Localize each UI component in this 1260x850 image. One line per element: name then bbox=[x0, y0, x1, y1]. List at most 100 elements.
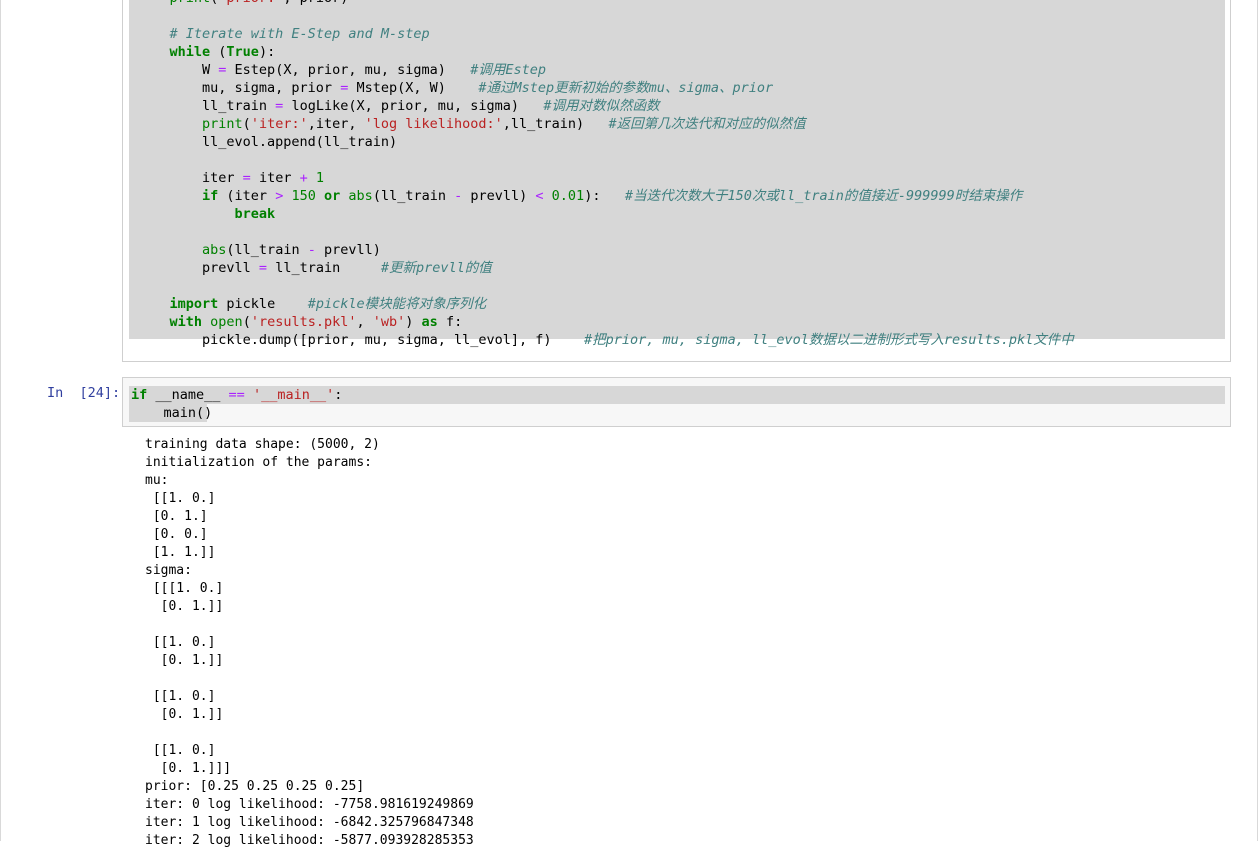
code-token: prevll) bbox=[315, 242, 381, 258]
code-token: 'wb' bbox=[372, 314, 406, 330]
code-token: ( bbox=[242, 314, 251, 330]
code-line: # Iterate with E-Step and M-step bbox=[137, 25, 1074, 43]
code-token: Estep(X, prior, mu, sigma) bbox=[226, 62, 471, 78]
cell-prompt: In [24]: bbox=[47, 385, 121, 401]
output-line: prior: [0.25 0.25 0.25 0.25] bbox=[145, 779, 365, 794]
code-token: # Iterate with E-Step and M-step bbox=[169, 26, 430, 42]
code-token: prevll bbox=[137, 260, 259, 276]
code-token: #返回第几次迭代和对应的似然值 bbox=[608, 116, 806, 132]
output-line: iter: 1 log likelihood: -6842.3257968473… bbox=[145, 815, 474, 830]
code-token: __name__ bbox=[147, 387, 229, 403]
code-token: , bbox=[356, 314, 373, 330]
code-token: - bbox=[307, 242, 316, 258]
output-line: [[1. 0.] bbox=[145, 743, 216, 758]
output-line: mu: bbox=[145, 473, 169, 488]
code-token: #当迭代次数大于150次或ll_train的值接近-999999时结束操作 bbox=[624, 188, 1023, 204]
output-line: [0. 1.]] bbox=[145, 653, 224, 668]
code-cell-previous[interactable]: print('prior:', prior) # Iterate with E-… bbox=[122, 0, 1231, 362]
code-token: 150 bbox=[291, 188, 316, 204]
output-line: [0. 1.]] bbox=[145, 707, 224, 722]
code-token: ) bbox=[405, 314, 422, 330]
code-token: prevll) bbox=[462, 188, 536, 204]
code-token: open bbox=[210, 314, 243, 330]
code-token: #调用Estep bbox=[470, 62, 547, 78]
output-line: [1. 1.]] bbox=[145, 545, 216, 560]
code-line: abs(ll_train - prevll) bbox=[137, 241, 1074, 259]
code-token: 'prior:' bbox=[218, 0, 283, 6]
code-token: '__main__' bbox=[252, 387, 335, 403]
output-line: [0. 1.]]] bbox=[145, 761, 232, 776]
code-token: 1 bbox=[315, 170, 325, 186]
output-line: [0. 1.] bbox=[145, 509, 208, 524]
code-token: with bbox=[169, 314, 203, 330]
code-token: ll_evol.append(ll_train) bbox=[137, 134, 398, 150]
code-line: if __name__ == '__main__': bbox=[131, 386, 342, 404]
code-line: with open('results.pkl', 'wb') as f: bbox=[137, 313, 1074, 331]
code-line: pickle.dump([prior, mu, sigma, ll_evol],… bbox=[137, 331, 1074, 349]
code-token: logLike(X, prior, mu, sigma) bbox=[283, 98, 544, 114]
code-token: ( bbox=[242, 116, 251, 132]
output-line: iter: 0 log likelihood: -7758.9816192498… bbox=[145, 797, 474, 812]
code-token: or bbox=[324, 188, 341, 204]
output-line: [[1. 0.] bbox=[145, 491, 216, 506]
code-line: prevll = ll_train #更新prevll的值 bbox=[137, 259, 1074, 277]
code-token: ll_train bbox=[137, 98, 276, 114]
code-token: as bbox=[421, 314, 438, 330]
code-token: ( bbox=[210, 44, 227, 60]
output-line: training data shape: (5000, 2) bbox=[145, 437, 380, 452]
code-line: import pickle #pickle模块能将对象序列化 bbox=[137, 295, 1074, 313]
code-line: if (iter > 150 or abs(ll_train - prevll)… bbox=[137, 187, 1074, 205]
code-line: W = Estep(X, prior, mu, sigma) #调用Estep bbox=[137, 61, 1074, 79]
code-token: mu, sigma, prior bbox=[137, 80, 341, 96]
code-token: = bbox=[258, 260, 268, 276]
output-line: sigma: bbox=[145, 563, 192, 578]
code-line: ll_train = logLike(X, prior, mu, sigma) … bbox=[137, 97, 1074, 115]
code-token: ,ll_train) bbox=[502, 116, 609, 132]
code-line: print('iter:',iter, 'log likelihood:',ll… bbox=[137, 115, 1074, 133]
output-line: [[[1. 0.] bbox=[145, 581, 224, 596]
code-token: iter bbox=[250, 170, 300, 186]
code-line: iter = iter + 1 bbox=[137, 169, 1074, 187]
code-editor[interactable]: if __name__ == '__main__': main() bbox=[131, 386, 342, 422]
code-token: abs bbox=[348, 188, 373, 204]
code-token: (iter bbox=[218, 188, 276, 204]
code-line: mu, sigma, prior = Mstep(X, W) #通过Mstep更… bbox=[137, 79, 1074, 97]
code-line: while (True): bbox=[137, 43, 1074, 61]
code-cell-main[interactable]: if __name__ == '__main__': main() bbox=[122, 377, 1231, 427]
output-line: initialization of the params: bbox=[145, 455, 372, 470]
output-line: [0. 0.] bbox=[145, 527, 208, 542]
code-token: #更新prevll的值 bbox=[380, 260, 492, 276]
code-token: 'results.pkl' bbox=[250, 314, 357, 330]
code-line: break bbox=[137, 205, 1074, 223]
code-token: f: bbox=[437, 314, 463, 330]
code-token: (ll_train bbox=[372, 188, 455, 204]
code-input-area[interactable]: print('prior:', prior) # Iterate with E-… bbox=[129, 0, 1225, 348]
code-token: Mstep(X, W) bbox=[348, 80, 479, 96]
code-token: ): bbox=[584, 188, 625, 204]
code-token: pickle bbox=[218, 296, 308, 312]
output-line: [0. 1.]] bbox=[145, 599, 224, 614]
code-token: ll_train bbox=[267, 260, 381, 276]
code-line: ll_evol.append(ll_train) bbox=[137, 133, 1074, 151]
code-editor[interactable]: print('prior:', prior) # Iterate with E-… bbox=[137, 0, 1074, 349]
code-token: iter bbox=[137, 170, 243, 186]
code-token: if bbox=[202, 188, 219, 204]
code-token: < bbox=[535, 188, 544, 204]
cell-output: training data shape: (5000, 2) initializa… bbox=[145, 436, 474, 850]
code-token: = bbox=[242, 170, 251, 186]
code-token: if bbox=[131, 387, 148, 403]
